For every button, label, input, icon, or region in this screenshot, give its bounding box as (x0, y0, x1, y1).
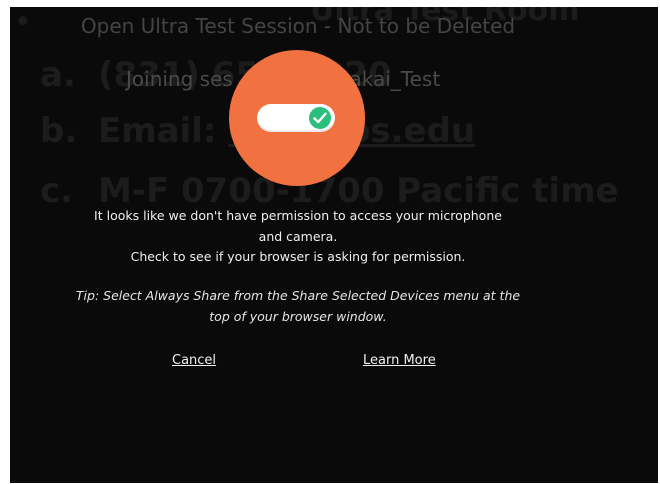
permission-message-line2: and camera. (258, 228, 338, 244)
checkmark-icon (309, 107, 331, 129)
toggle-switch-on-icon (257, 104, 335, 132)
learn-more-link[interactable]: Learn More (363, 353, 436, 368)
joining-prefix: Joining ses (126, 67, 233, 91)
permission-tip-line2: top of your browser window. (209, 308, 387, 324)
line-a-letter: a. (40, 55, 76, 95)
permission-tip-line1: Tip: Select Always Share from the Share … (75, 288, 521, 303)
line-c-letter: c. (40, 171, 74, 211)
permission-tip: Tip: Select Always Share from the Share … (10, 286, 586, 327)
session-screen: Ultra Test Room • a.(831) 656-8820 b.Ema… (10, 7, 658, 483)
permission-illustration (229, 50, 365, 186)
line-c-text: M-F 0700-1700 Pacific time (98, 171, 619, 211)
cancel-button[interactable]: Cancel (172, 353, 216, 368)
permission-message: It looks like we don't have permission t… (10, 206, 586, 268)
session-title: Open Ultra Test Session - Not to be Dele… (80, 14, 516, 38)
line-b-letter: b. (40, 111, 78, 151)
line-b-label: Email: (98, 111, 229, 151)
permission-message-line3: Check to see if your browser is asking f… (130, 249, 466, 264)
permission-message-line1: It looks like we don't have permission t… (94, 208, 502, 223)
